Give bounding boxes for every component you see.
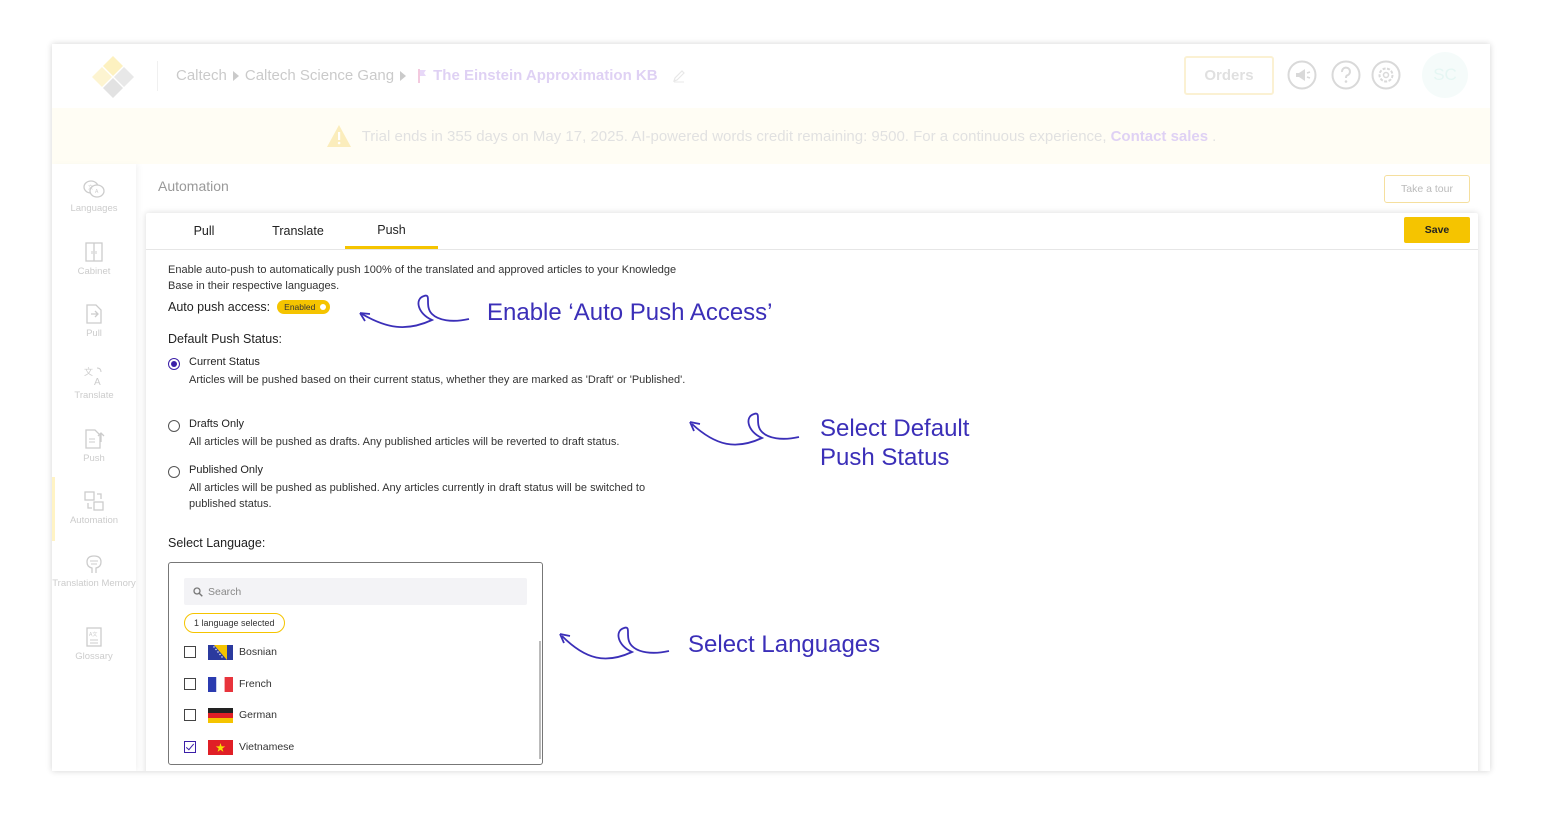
tab-pull[interactable]: Pull (175, 213, 233, 249)
radio-button[interactable] (168, 420, 180, 432)
language-name: German (239, 709, 277, 721)
radio-description: All articles will be pushed as published… (189, 482, 646, 510)
vietnam-flag-icon (208, 739, 233, 755)
languages-icon: 文A (83, 180, 105, 198)
trial-banner-text: Trial ends in 355 days on May 17, 2025. … (361, 127, 1107, 145)
save-button[interactable]: Save (1404, 217, 1470, 243)
auto-push-label: Auto push access: (168, 300, 271, 314)
breadcrumb-org[interactable]: Caltech (176, 67, 227, 84)
breadcrumb: Caltech Caltech Science Gang The Einstei… (176, 67, 686, 84)
auto-push-toggle[interactable]: Enabled (277, 300, 331, 314)
radio-title: Current Status (189, 356, 260, 368)
sidebar-item-languages[interactable]: 文A Languages (52, 178, 136, 240)
push-icon (85, 429, 105, 449)
user-avatar[interactable]: SC (1422, 52, 1468, 98)
sidebar-item-glossary[interactable]: A文 Glossary (52, 626, 136, 688)
tab-push[interactable]: Push (345, 213, 438, 249)
language-list-scrollbar[interactable] (539, 641, 541, 759)
tab-bar: Pull Translate Push Save (146, 213, 1478, 250)
selected-count-badge: 1 language selected (184, 613, 285, 633)
auto-push-description: Enable auto-push to automatically push 1… (168, 264, 677, 292)
select-language-label: Select Language: (168, 536, 266, 550)
kb-flag-icon (418, 68, 427, 83)
cabinet-icon (85, 242, 103, 262)
sidebar-item-translation-memory[interactable]: Translation Memory (52, 553, 136, 615)
curl-arrow-icon (559, 626, 670, 660)
settings-icon[interactable] (1371, 60, 1401, 90)
take-a-tour-button[interactable]: Take a tour (1384, 175, 1470, 203)
edit-pencil-icon[interactable] (672, 69, 686, 83)
caret-right-icon (232, 70, 239, 81)
pull-icon (86, 304, 102, 324)
auto-push-access-row: Auto push access: Enabled (168, 300, 331, 314)
search-placeholder: Search (208, 585, 242, 598)
radio-title: Published Only (189, 464, 263, 476)
germany-flag-icon (208, 707, 233, 723)
top-header: Caltech Caltech Science Gang The Einstei… (52, 44, 1490, 108)
checkbox[interactable] (184, 646, 196, 658)
app-window: Caltech Caltech Science Gang The Einstei… (52, 44, 1490, 771)
svg-text:文: 文 (88, 184, 93, 191)
app-logo[interactable] (90, 54, 136, 100)
language-name: Bosnian (239, 646, 277, 658)
glossary-icon: A文 (86, 627, 102, 647)
contact-sales-link[interactable]: Contact sales (1111, 128, 1209, 145)
france-flag-icon (208, 676, 233, 692)
help-icon[interactable] (1331, 60, 1361, 90)
language-name: French (239, 678, 272, 690)
orders-button[interactable]: Orders (1184, 56, 1274, 95)
language-search-input[interactable]: Search (184, 578, 527, 605)
curl-arrow-icon (689, 412, 800, 446)
bosnia-flag-icon (208, 644, 233, 660)
trial-banner: Trial ends in 355 days on May 17, 2025. … (52, 108, 1490, 164)
toggle-knob (320, 304, 327, 310)
curl-arrow-icon (359, 294, 470, 328)
search-icon (193, 586, 203, 597)
radio-description: All articles will be pushed as drafts. A… (189, 436, 620, 448)
svg-text:A: A (94, 377, 101, 387)
checkbox[interactable] (184, 709, 196, 721)
caret-right-icon (400, 70, 407, 81)
tab-translate[interactable]: Translate (257, 213, 339, 249)
language-option-bosnian[interactable]: Bosnian (184, 642, 277, 662)
kb-name[interactable]: The Einstein Approximation KB (433, 67, 657, 84)
breadcrumb-team[interactable]: Caltech Science Gang (245, 67, 394, 84)
default-push-status-label: Default Push Status: (168, 332, 282, 346)
sidebar-item-cabinet[interactable]: Cabinet (52, 241, 136, 303)
sidebar-item-translate[interactable]: 文A Translate (52, 365, 136, 427)
automation-icon (84, 491, 104, 511)
header-divider (157, 61, 158, 91)
annotation-select-languages: Select Languages (688, 631, 881, 658)
svg-text:文: 文 (84, 366, 93, 377)
trial-banner-tail: . (1212, 127, 1217, 145)
radio-title: Drafts Only (189, 418, 245, 430)
megaphone-icon[interactable] (1287, 60, 1317, 90)
sidebar-item-pull[interactable]: Pull (52, 303, 136, 365)
translate-icon: 文A (84, 366, 102, 387)
sidebar-item-automation[interactable]: Automation (52, 477, 136, 541)
translation-memory-icon (86, 555, 102, 573)
checkbox[interactable] (184, 678, 196, 690)
radio-button[interactable] (168, 466, 180, 478)
language-option-vietnamese[interactable]: Vietnamese (184, 737, 294, 757)
annotation-default-status: Select Default Push Status (820, 415, 970, 471)
automation-card: Pull Translate Push Save Enable auto-pus… (146, 213, 1478, 771)
language-option-german[interactable]: German (184, 705, 277, 725)
radio-description: Articles will be pushed based on their c… (189, 374, 686, 386)
annotation-auto-push: Enable ‘Auto Push Access’ (487, 299, 773, 326)
page-title: Automation (158, 178, 229, 194)
warning-icon (326, 125, 351, 147)
language-name: Vietnamese (239, 741, 295, 753)
radio-button-selected[interactable] (168, 358, 180, 370)
svg-text:A文: A文 (89, 631, 97, 638)
language-picker: Search 1 language selected Bosnian Frenc… (168, 562, 543, 765)
sidebar: 文A Languages Cabinet Pull 文A Translate P… (52, 164, 136, 771)
checkbox-checked[interactable] (184, 741, 196, 753)
language-option-french[interactable]: French (184, 674, 272, 694)
